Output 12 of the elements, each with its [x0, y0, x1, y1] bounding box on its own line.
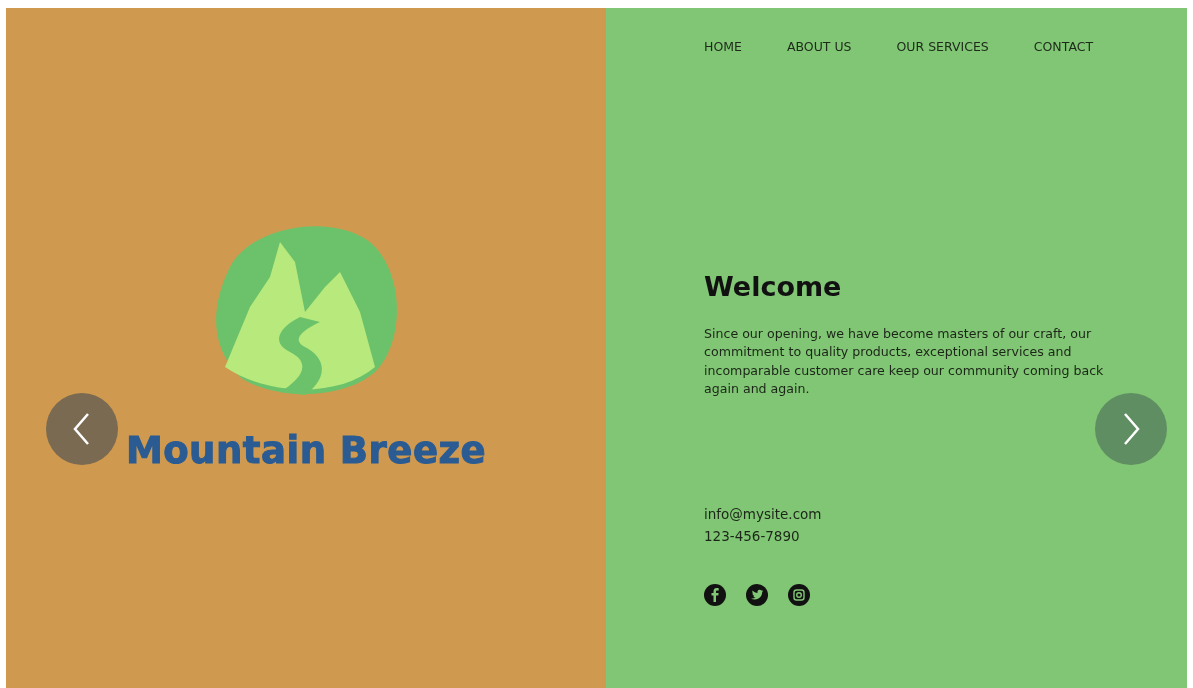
nav-link[interactable]: HOME	[704, 38, 742, 57]
nav-link[interactable]: CONTACT	[1033, 38, 1094, 57]
phone-text: 123-456-7890	[704, 526, 801, 546]
instagram-icon[interactable]	[788, 584, 810, 607]
facebook-icon[interactable]	[704, 584, 726, 607]
nav-link[interactable]: OUR SERVICES	[896, 38, 989, 57]
welcome-text: Since our opening, we have become masters of our craft, our commitment to quality products, exceptional services and incomparable customer care keep our community coming back again and again.	[704, 325, 1105, 398]
email-text: info@mysite.com	[704, 505, 823, 525]
twitter-icon[interactable]	[746, 584, 768, 607]
brand-name: Mountain Breeze	[125, 428, 487, 475]
nav-link[interactable]: ABOUT US	[786, 38, 852, 57]
welcome-heading: Welcome	[704, 270, 843, 304]
